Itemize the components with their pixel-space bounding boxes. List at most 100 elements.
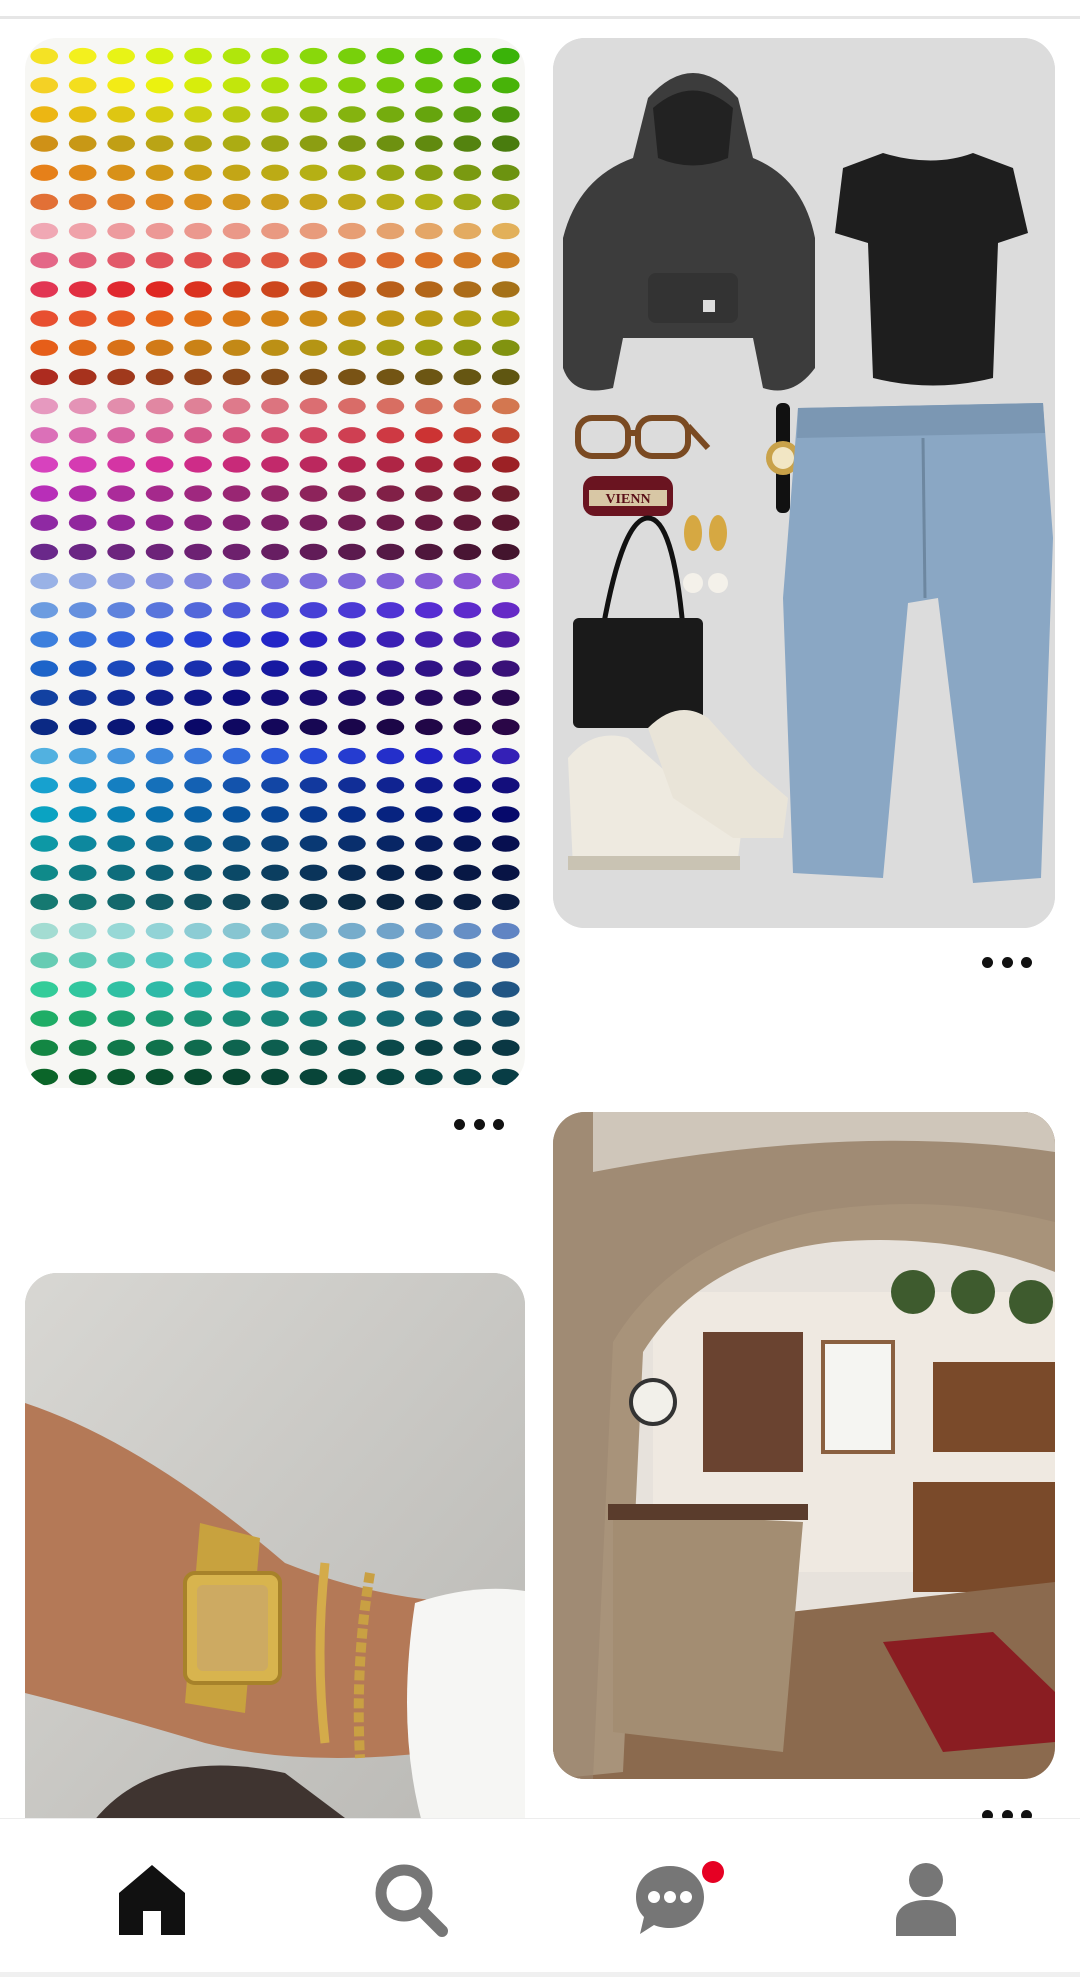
color-swatch (184, 135, 212, 152)
pin-outfit-more-button[interactable] (982, 950, 1032, 974)
color-swatch (376, 339, 405, 356)
color-swatch (261, 164, 289, 181)
color-swatch (338, 339, 366, 356)
color-swatch (68, 427, 97, 444)
color-swatch (68, 1068, 97, 1086)
color-swatch (222, 747, 251, 765)
nav-messages-button[interactable] (620, 1849, 724, 1949)
color-swatch (107, 135, 135, 152)
color-swatch (30, 952, 59, 969)
color-swatch (222, 631, 251, 648)
color-swatch (30, 864, 59, 881)
color-swatch (491, 485, 520, 502)
color-swatch (222, 135, 251, 152)
color-swatch (261, 660, 289, 677)
color-swatch (222, 485, 251, 502)
wrist-watch-image (25, 1273, 525, 1833)
color-swatch (68, 397, 97, 415)
color-swatch (145, 106, 174, 123)
color-swatch (491, 689, 520, 706)
color-swatch (415, 252, 443, 269)
color-swatch (184, 47, 212, 65)
color-swatch (68, 660, 97, 677)
nav-profile-button[interactable] (876, 1849, 976, 1949)
color-swatch (184, 572, 212, 590)
color-swatch (184, 952, 212, 969)
color-swatch (261, 397, 289, 415)
color-swatch (415, 1039, 443, 1056)
color-swatch (30, 47, 59, 65)
color-swatch (30, 397, 59, 415)
nav-home-button[interactable] (102, 1849, 202, 1949)
color-swatch (376, 222, 405, 240)
pin-color-chart-more-button[interactable] (454, 1112, 504, 1136)
color-swatch (30, 456, 59, 473)
color-swatch (261, 1039, 289, 1056)
color-swatch (338, 806, 366, 823)
color-swatch (261, 572, 289, 590)
color-swatch (30, 281, 59, 298)
color-swatch (338, 77, 366, 94)
color-swatch (145, 456, 174, 473)
color-swatch (261, 106, 289, 123)
color-swatch (30, 135, 59, 152)
color-swatch (415, 193, 443, 211)
color-swatch (376, 981, 405, 998)
color-swatch (68, 777, 97, 794)
color-swatch (30, 252, 59, 269)
color-swatch (145, 1068, 174, 1086)
nav-search-button[interactable] (360, 1849, 460, 1949)
color-swatch (338, 193, 366, 211)
notification-dot (702, 1861, 724, 1883)
color-swatch (491, 747, 520, 765)
pin-outfit[interactable]: VIENN (553, 38, 1055, 928)
color-swatch (145, 368, 174, 386)
color-swatch (184, 631, 212, 648)
color-swatch (415, 368, 443, 386)
search-icon (375, 1864, 448, 1937)
color-swatch (184, 397, 212, 415)
color-swatch (491, 981, 520, 998)
color-swatch (299, 252, 328, 269)
color-swatch (299, 1068, 328, 1086)
color-swatch (338, 660, 366, 677)
color-swatch (376, 456, 405, 473)
color-swatch (145, 164, 174, 181)
color-swatch (453, 572, 482, 590)
color-swatch (376, 952, 405, 969)
outfit-collage-image: VIENN (553, 38, 1055, 928)
dot (454, 1118, 465, 1130)
color-swatch (68, 689, 97, 706)
dot (1001, 956, 1013, 968)
color-swatch (222, 47, 251, 65)
color-swatch (30, 485, 59, 502)
pin-color-chart[interactable] (25, 38, 525, 1088)
color-swatch (376, 689, 405, 706)
color-swatch (415, 718, 443, 736)
color-swatch (107, 952, 135, 969)
color-swatch (30, 981, 59, 998)
pin-kitchen[interactable] (553, 1112, 1055, 1779)
color-swatch (184, 193, 212, 211)
color-swatch (453, 339, 482, 356)
color-swatch (107, 339, 135, 356)
color-swatch (68, 222, 97, 240)
ring-text: VIENN (605, 492, 650, 507)
color-swatch (184, 77, 212, 94)
color-swatch (30, 602, 59, 619)
color-swatch (491, 514, 520, 531)
color-swatch (145, 339, 174, 356)
color-swatch (415, 1010, 443, 1027)
color-swatch (145, 602, 174, 619)
color-swatch (222, 602, 251, 619)
color-swatch (338, 981, 366, 998)
color-swatch (376, 252, 405, 269)
color-swatch (491, 368, 520, 386)
color-swatch (415, 1068, 443, 1086)
color-swatch (30, 806, 59, 823)
color-swatch (261, 631, 289, 648)
color-swatch (453, 835, 482, 852)
pin-watch[interactable] (25, 1273, 525, 1833)
color-swatch (338, 310, 366, 327)
color-swatch (184, 222, 212, 240)
